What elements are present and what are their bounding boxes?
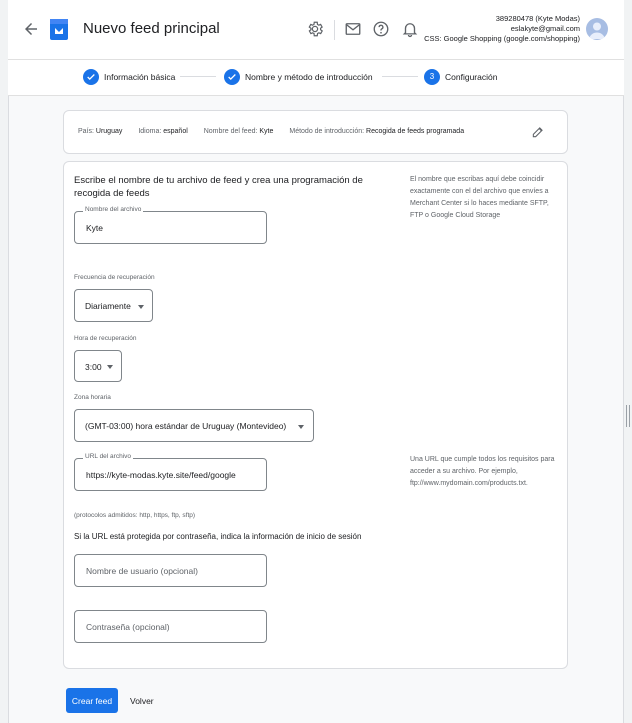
step-basic-info[interactable]: Información básica [83,68,175,85]
hour-value: 3:00 [85,362,102,372]
method-label: Método de introducción: [289,128,365,135]
username-input[interactable]: Nombre de usuario (opcional) [74,554,267,587]
step-number: 3 [424,68,440,85]
account-email: eslakyte@gmail.com [510,24,580,33]
feed-name-label: Nombre del feed: [203,128,258,135]
step-label: Información básica [104,71,176,82]
back-button[interactable]: Volver [130,688,154,713]
hour-label: Hora de recuperación [74,335,137,342]
back-arrow-icon[interactable] [22,20,42,40]
resize-handle[interactable] [626,405,630,427]
notifications-icon[interactable] [401,20,419,38]
password-placeholder: Contraseña (opcional) [86,622,170,632]
timezone-value: (GMT-03:00) hora estándar de Uruguay (Mo… [85,421,287,431]
account-info: 389280478 (Kyte Modas) eslakyte@gmail.co… [424,14,580,44]
check-icon [224,68,240,85]
hour-select[interactable]: 3:00 [74,350,122,382]
mail-icon[interactable] [344,20,362,38]
file-url-field[interactable]: URL del archivo https://kyte-modas.kyte.… [74,453,267,491]
step-label: Configuración [445,71,498,82]
help-icon[interactable] [372,20,390,38]
account-id: 389280478 (Kyte Modas) [495,14,580,23]
feed-summary-row: País: Uruguay Idioma: español Nombre del… [78,128,478,135]
create-feed-button[interactable]: Crear feed [66,688,118,713]
username-placeholder: Nombre de usuario (opcional) [86,566,198,576]
language-label: Idioma: [138,128,162,135]
password-protection-text: Si la URL está protegida por contraseña,… [74,532,362,541]
language-value: español [163,128,188,135]
step-name-method[interactable]: Nombre y método de introducción [224,68,373,85]
filename-help-text: El nombre que escribas aquí debe coincid… [410,176,549,219]
frequency-value: Diariamente [85,301,131,311]
settings-icon[interactable] [306,20,324,38]
file-url-label: URL del archivo [83,453,134,460]
check-icon [83,68,99,85]
top-app-bar: Nuevo feed principal 389280478 (Kyte Mod… [8,0,624,60]
avatar[interactable] [586,18,608,40]
chevron-down-icon [298,425,304,429]
step-connector [180,76,216,77]
form-heading: Escribe el nombre de tu archivo de feed … [74,175,363,199]
edit-icon[interactable] [531,125,545,139]
stepper: Información básica Nombre y método de in… [8,60,624,96]
merchant-center-logo-icon [49,17,69,41]
chevron-down-icon [138,305,144,309]
feed-summary-card: País: Uruguay Idioma: español Nombre del… [63,110,568,154]
supported-protocols-text: (protocolos admitidos: http, https, ftp,… [74,512,196,519]
chevron-down-icon [107,365,113,369]
account-css: CSS: Google Shopping (google.com/shoppin… [424,34,580,43]
timezone-label: Zona horaria [74,394,111,401]
configuration-form-card: Escribe el nombre de tu archivo de feed … [63,161,568,669]
step-label: Nombre y método de introducción [245,71,373,82]
filename-field[interactable]: Nombre del archivo Kyte [74,206,267,244]
feed-name-value: Kyte [259,128,274,135]
step-connector [382,76,418,77]
country-value: Uruguay [95,128,123,135]
url-help-text: Una URL que cumple todos los requisitos … [410,456,555,487]
page-title: Nuevo feed principal [83,20,220,37]
step-configuration[interactable]: 3 Configuración [424,68,497,85]
password-input[interactable]: Contraseña (opcional) [74,610,267,643]
filename-label: Nombre del archivo [83,206,144,213]
method-value: Recogida de feeds programada [366,128,465,135]
filename-value[interactable]: Kyte [86,223,103,233]
frequency-label: Frecuencia de recuperación [74,274,155,281]
frequency-select[interactable]: Diariamente [74,289,153,322]
timezone-select[interactable]: (GMT-03:00) hora estándar de Uruguay (Mo… [74,409,314,442]
country-label: País: [78,128,94,135]
file-url-value[interactable]: https://kyte-modas.kyte.site/feed/google [86,470,236,480]
toolbar-divider [334,20,335,40]
